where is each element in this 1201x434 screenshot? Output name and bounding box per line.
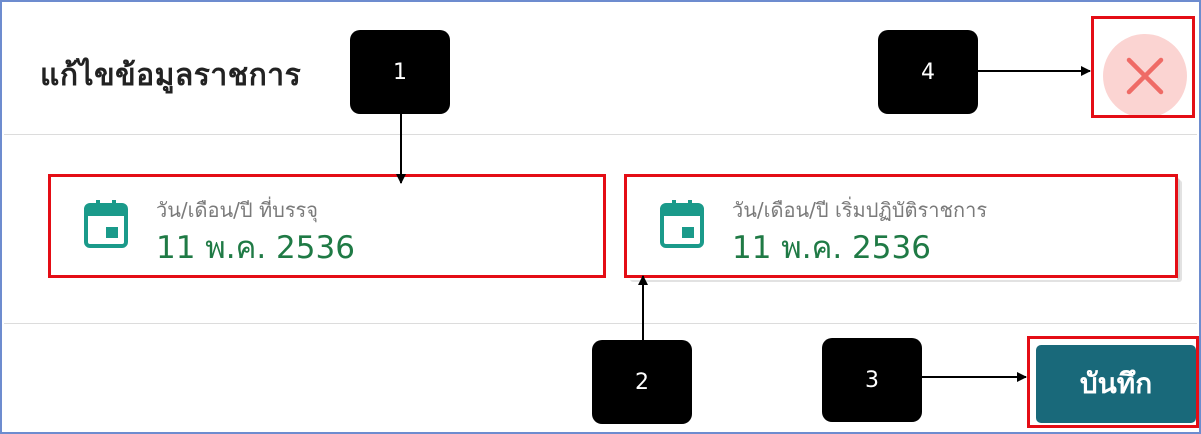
close-button[interactable]: [1100, 34, 1190, 118]
save-button[interactable]: บันทึก: [1036, 345, 1196, 423]
appointment-date-value: 11 พ.ค. 2536: [156, 230, 355, 266]
header-divider: [4, 134, 1197, 135]
callout-badge-3: 3: [822, 338, 922, 422]
calendar-icon: [84, 200, 128, 248]
dialog-title: แก้ไขข้อมูลราชการ: [40, 58, 302, 93]
callout-badge-1: 1: [350, 30, 450, 114]
service-start-date-field[interactable]: วัน/เดือน/ปี เริ่มปฏิบัติราชการ 11 พ.ค. …: [628, 178, 1180, 280]
callout-badge-2: 2: [592, 340, 692, 424]
callout-badge-4: 4: [878, 30, 978, 114]
calendar-icon: [660, 200, 704, 248]
close-icon: [1103, 34, 1187, 118]
appointment-date-field[interactable]: วัน/เดือน/ปี ที่บรรจุ 11 พ.ค. 2536: [52, 178, 606, 280]
service-start-date-value: 11 พ.ค. 2536: [732, 230, 931, 266]
footer-divider: [4, 323, 1197, 324]
